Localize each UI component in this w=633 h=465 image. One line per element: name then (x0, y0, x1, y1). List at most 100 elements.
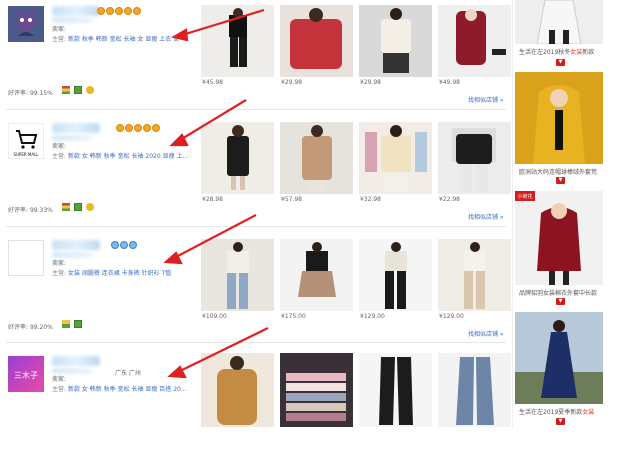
shop-row-4: 三木子 卖家: 广东 广州 主营: 新款 女 韩新 秋季 宽松 长袖 显瘦 百搭… (0, 350, 512, 465)
shop-name-blurred[interactable] (52, 6, 100, 16)
crown-rating (116, 124, 160, 132)
main-keywords[interactable]: 新款 秋季 韩新 宽松 长袖 女 显瘦 上衣 女 (68, 36, 179, 43)
shop-badges (62, 203, 94, 211)
sidebar-product-image[interactable]: 小荷花 (515, 191, 603, 285)
main-keywords[interactable]: 新款 女 韩新 秋季 宽松 长袖 显瘦 百搭 20... (68, 386, 187, 393)
diamond-icon (129, 241, 137, 249)
shop-logo[interactable]: SUPER MALL (8, 123, 44, 159)
shop-logo[interactable] (8, 240, 44, 276)
gold-badge-icon (86, 203, 94, 211)
row-divider (6, 226, 506, 227)
sidebar-tag: 小荷花 (517, 193, 532, 200)
main-label: 主营: (52, 36, 67, 43)
similar-shops-link[interactable]: 找相似店铺 » (468, 212, 504, 221)
shop-logo[interactable] (8, 6, 44, 42)
expand-arrow-icon[interactable]: ▼ (556, 59, 565, 66)
flag-badge-icon (62, 86, 70, 94)
product-image[interactable] (359, 353, 432, 427)
product-price: ¥175.00 (281, 313, 306, 320)
expand-arrow-icon[interactable]: ▼ (556, 177, 565, 184)
sidebar-product-image[interactable] (515, 72, 603, 164)
crown-icon (143, 124, 151, 132)
crown-icon (124, 7, 132, 15)
main-label: 主营: (52, 386, 67, 393)
diamond-rating (111, 241, 137, 249)
crown-icon (152, 124, 160, 132)
product-image[interactable] (359, 122, 432, 194)
shop-logo[interactable]: 三木子 (8, 356, 44, 392)
crown-icon (106, 7, 114, 15)
rating-label: 好评率: (8, 324, 29, 331)
product-image[interactable] (280, 239, 353, 311)
shop-name-blurred[interactable] (52, 356, 100, 366)
product-price: ¥57.98 (281, 196, 302, 203)
sidebar-product-image[interactable] (515, 312, 603, 404)
rating: 好评率: 99.33% (8, 205, 53, 214)
product-price: ¥32.98 (360, 196, 381, 203)
product-price: ¥129.00 (360, 313, 385, 320)
seller-label: 卖家: (52, 376, 67, 383)
product-price: ¥129.00 (439, 313, 464, 320)
product-price: ¥22.98 (439, 196, 460, 203)
logo-text: 三木子 (14, 370, 38, 380)
product-image[interactable] (438, 122, 511, 194)
sidebar-caption-highlight: 女装 (582, 409, 595, 416)
product-image[interactable] (280, 5, 353, 77)
crown-icon (97, 7, 105, 15)
product-price: ¥29.98 (360, 79, 381, 86)
expand-arrow-icon[interactable]: ▼ (556, 298, 565, 305)
guarantee-badge-icon (74, 203, 82, 211)
product-image[interactable] (359, 239, 432, 311)
sidebar-caption[interactable]: 品牌貂羽女装棉衣外套中长款 (519, 288, 605, 297)
sidebar-caption-text: 生活在左2019夏季新款 (519, 409, 583, 416)
crown-icon (133, 7, 141, 15)
main-business: 主营: 新款 女 韩新 秋季 宽松 长袖 2020 显瘦 上... (52, 151, 188, 160)
shop-name-blurred[interactable] (52, 240, 100, 250)
main-business: 主营: 新款 秋季 韩新 宽松 长袖 女 显瘦 上衣 女 (52, 34, 179, 43)
shop-row-2: SUPER MALL 卖家: 主营: 新款 女 韩新 秋季 宽松 长袖 2020… (0, 117, 512, 232)
shop-name-blurred[interactable] (52, 123, 100, 133)
product-image[interactable] (359, 5, 432, 77)
product-image[interactable] (438, 239, 511, 311)
crown-rating (97, 7, 141, 15)
rating: 好评率: 99.15% (8, 88, 53, 97)
main-keywords[interactable]: 新款 女 韩新 秋季 宽松 长袖 2020 显瘦 上... (68, 153, 188, 160)
product-image[interactable] (201, 122, 274, 194)
product-image[interactable] (438, 5, 511, 77)
product-image[interactable] (201, 353, 274, 427)
sidebar-caption[interactable]: 欧洲站大码连帽球棒绒外套荒 (519, 167, 605, 176)
gold-badge-icon (86, 86, 94, 94)
rating-value: 99.15% (29, 90, 53, 97)
rating-value: 99.33% (29, 207, 53, 214)
sidebar-caption-text: 新款 (582, 49, 595, 56)
main-keywords[interactable]: 女装 阔腿裤 连衣裙 卡身裤 针织衫 T恤 (68, 270, 171, 277)
guarantee-badge-icon (74, 86, 82, 94)
sidebar-caption-text: 生活在左2019秋冬 (519, 49, 571, 56)
main-label: 主营: (52, 153, 67, 160)
product-price: ¥29.98 (281, 79, 302, 86)
shop-row-1: 卖家: 主营: 新款 秋季 韩新 宽松 长袖 女 显瘦 上衣 女 好评率: 99… (0, 0, 512, 115)
main-business: 主营: 新款 女 韩新 秋季 宽松 长袖 显瘦 百搭 20... (52, 384, 187, 393)
crown-icon (134, 124, 142, 132)
expand-arrow-icon[interactable]: ▼ (556, 418, 565, 425)
shop-badges (62, 86, 94, 94)
seller-label: 卖家: (52, 260, 67, 267)
rating-label: 好评率: (8, 90, 29, 97)
product-price: ¥28.98 (202, 196, 223, 203)
crown-icon (116, 124, 124, 132)
shop-name-blurred-secondary (52, 17, 92, 23)
similar-shops-link[interactable]: 找相似店铺 » (468, 329, 504, 338)
similar-shops-link[interactable]: 找相似店铺 » (468, 95, 504, 104)
main-business: 主营: 女装 阔腿裤 连衣裙 卡身裤 针织衫 T恤 (52, 268, 171, 277)
sidebar-product-image[interactable] (515, 0, 603, 44)
product-image[interactable] (438, 353, 511, 427)
product-image[interactable] (201, 5, 274, 77)
product-image[interactable] (201, 239, 274, 311)
product-image[interactable] (280, 353, 353, 427)
diamond-icon (120, 241, 128, 249)
product-image[interactable] (280, 122, 353, 194)
sidebar-caption[interactable]: 生活在左2019秋冬女装新款 (519, 47, 605, 56)
diamond-icon (111, 241, 119, 249)
sidebar-caption[interactable]: 生活在左2019夏季新款女装 (519, 407, 605, 416)
product-price: ¥109.00 (202, 313, 227, 320)
